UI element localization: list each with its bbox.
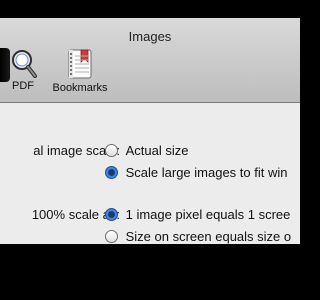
preferences-window: Images PDF Bookmarks al image scale: Act… <box>0 18 300 244</box>
window-title: Images <box>128 29 172 44</box>
radio-scale-to-fit-label: Scale large images to fit win <box>125 165 288 180</box>
toolbar: Images PDF Bookmarks <box>0 18 300 103</box>
radio-size-on-screen-indicator[interactable] <box>105 230 118 243</box>
radio-actual-size[interactable]: Actual size <box>105 143 189 158</box>
radio-pixel-equals-screen-indicator[interactable] <box>105 208 118 221</box>
toolbar-bookmarks-button[interactable]: Bookmarks <box>46 48 114 94</box>
radio-scale-to-fit[interactable]: Scale large images to fit win <box>105 165 287 180</box>
pdf-magnifier-icon <box>12 50 37 78</box>
radio-pixel-equals-screen[interactable]: 1 image pixel equals 1 scree <box>105 207 290 222</box>
toolbar-bookmarks-label: Bookmarks <box>52 82 108 94</box>
radio-actual-size-label: Actual size <box>125 143 189 158</box>
radio-size-on-screen-label: Size on screen equals size o <box>125 229 292 244</box>
radio-size-on-screen[interactable]: Size on screen equals size o <box>105 229 291 244</box>
bookmarks-notebook-icon <box>68 49 92 79</box>
toolbar-pdf-label: PDF <box>12 80 34 92</box>
toolbar-pdf-button[interactable]: PDF <box>6 48 40 92</box>
radio-actual-size-indicator[interactable] <box>105 144 118 157</box>
radio-scale-to-fit-indicator[interactable] <box>105 166 118 179</box>
radio-pixel-equals-screen-label: 1 image pixel equals 1 scree <box>125 207 291 222</box>
images-preferences-panel: al image scale: Actual size Scale large … <box>0 103 300 244</box>
